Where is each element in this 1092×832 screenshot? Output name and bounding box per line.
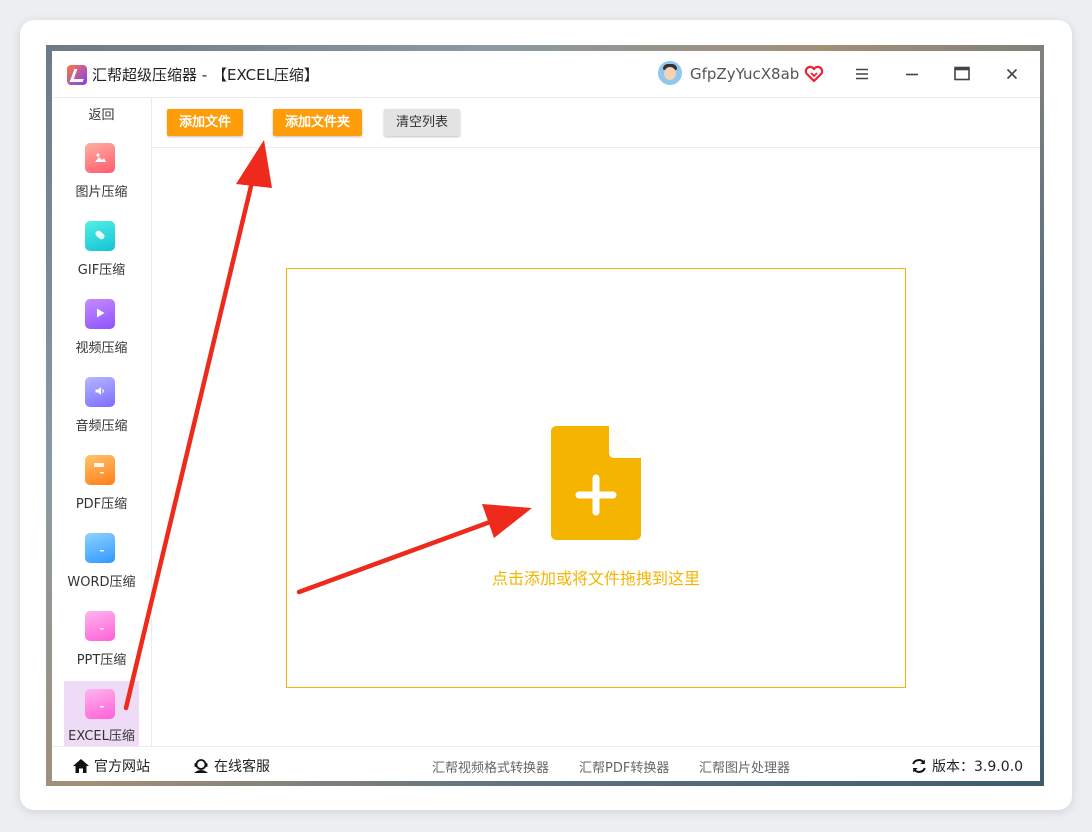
version-info[interactable]: 版本：3.9.0.0	[910, 756, 1023, 776]
username[interactable]: GfpZyYucX8ab	[690, 65, 799, 83]
pdf-compress-icon	[85, 455, 115, 485]
home-icon	[73, 759, 89, 773]
add-file-icon[interactable]	[551, 426, 641, 540]
sidebar-item-pdf[interactable]: PDF压缩	[52, 455, 151, 527]
video-compress-icon	[85, 299, 115, 329]
sidebar-item-ppt[interactable]: PPT压缩	[52, 611, 151, 683]
online-service-link[interactable]: 在线客服	[192, 756, 270, 776]
app-window: 汇帮超级压缩器 - 【EXCEL压缩】 GfpZyYucX8ab 返回 图片压缩	[52, 51, 1040, 781]
official-site-link[interactable]: 官方网站	[72, 756, 150, 776]
drop-hint-text: 点击添加或将文件拖拽到这里	[491, 569, 700, 588]
ppt-compress-icon	[85, 611, 115, 641]
window-title: 汇帮超级压缩器 - 【EXCEL压缩】	[92, 64, 319, 85]
sidebar: 返回 图片压缩 GIF压缩 视频压缩 音频压缩 PDF压缩 WORD压缩 PPT…	[52, 97, 152, 747]
image-processor-link[interactable]: 汇帮图片处理器	[699, 757, 790, 776]
sidebar-item-label: GIF压缩	[77, 263, 126, 278]
sidebar-item-excel[interactable]: EXCEL压缩	[64, 681, 139, 747]
vip-heart-icon[interactable]	[804, 64, 824, 84]
sidebar-item-label: PDF压缩	[75, 497, 128, 512]
hamburger-menu-icon[interactable]	[850, 63, 874, 85]
official-site-label: 官方网站	[94, 759, 150, 775]
add-folder-button[interactable]: 添加文件夹	[273, 109, 363, 136]
sidebar-item-label: WORD压缩	[67, 575, 136, 590]
toolbar: 添加文件 添加文件夹 清空列表	[152, 97, 1040, 148]
file-drop-zone[interactable]: 点击添加或将文件拖拽到这里	[286, 268, 906, 688]
customer-service-icon	[194, 759, 208, 773]
pdf-converter-link[interactable]: 汇帮PDF转换器	[579, 757, 669, 776]
sidebar-item-audio[interactable]: 音频压缩	[52, 377, 151, 449]
app-logo-icon	[67, 65, 87, 85]
footer-bar: 官方网站 在线客服 汇帮视频格式转换器 汇帮PDF转换器 汇帮图片处理器 版本：…	[52, 746, 1040, 781]
sidebar-item-label: PPT压缩	[76, 653, 127, 668]
app-name: 汇帮超级压缩器	[92, 66, 198, 84]
sidebar-item-video[interactable]: 视频压缩	[52, 299, 151, 371]
back-button[interactable]: 返回	[52, 104, 151, 123]
sidebar-item-label: 音频压缩	[75, 419, 128, 434]
excel-compress-icon	[85, 689, 115, 719]
sidebar-item-label: 图片压缩	[75, 185, 128, 200]
sidebar-item-label: 视频压缩	[75, 341, 128, 356]
sidebar-item-image[interactable]: 图片压缩	[52, 143, 151, 215]
clear-list-button[interactable]: 清空列表	[384, 109, 461, 136]
refresh-icon	[912, 759, 926, 773]
title-bar: 汇帮超级压缩器 - 【EXCEL压缩】 GfpZyYucX8ab	[52, 51, 1040, 98]
image-compress-icon	[85, 143, 115, 173]
add-file-button[interactable]: 添加文件	[167, 109, 244, 136]
sidebar-item-label: EXCEL压缩	[68, 729, 135, 744]
word-compress-icon	[85, 533, 115, 563]
close-icon[interactable]	[1000, 63, 1024, 85]
sidebar-item-gif[interactable]: GIF压缩	[52, 221, 151, 293]
title-suffix: - 【EXCEL压缩】	[197, 66, 319, 84]
minimize-icon[interactable]	[900, 63, 924, 85]
gif-compress-icon	[85, 221, 115, 251]
version-label: 版本：3.9.0.0	[932, 759, 1023, 775]
online-service-label: 在线客服	[214, 759, 270, 775]
sidebar-item-word[interactable]: WORD压缩	[52, 533, 151, 605]
audio-compress-icon	[85, 377, 115, 407]
video-converter-link[interactable]: 汇帮视频格式转换器	[432, 757, 549, 776]
maximize-icon[interactable]	[950, 63, 974, 85]
user-avatar[interactable]	[658, 61, 682, 85]
